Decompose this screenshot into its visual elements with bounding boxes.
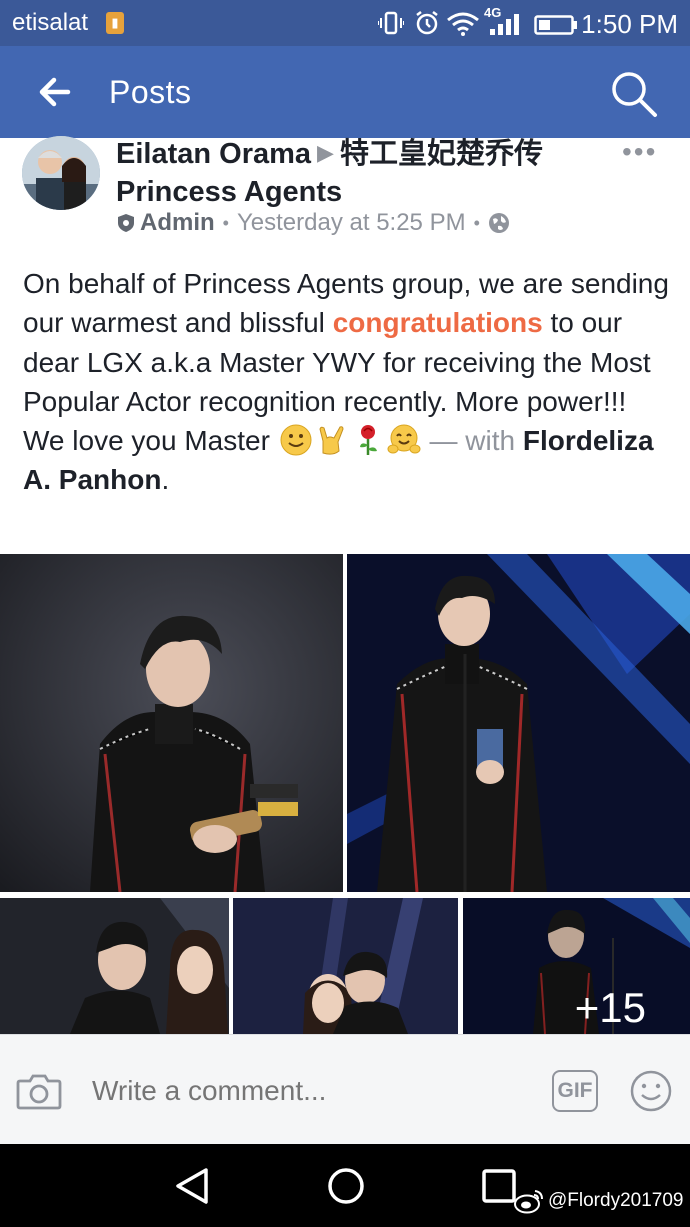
group-name[interactable]: Princess Agents bbox=[116, 176, 342, 208]
nav-home-icon[interactable] bbox=[326, 1166, 366, 1206]
clock: 1:50 PM bbox=[581, 9, 678, 39]
rose-emoji-icon bbox=[359, 425, 377, 456]
post-timestamp[interactable]: Yesterday at 5:25 PM bbox=[237, 209, 466, 237]
post-photo-5[interactable]: +15 bbox=[463, 898, 690, 1034]
globe-icon bbox=[488, 213, 509, 233]
triangle-right-icon: ▶ bbox=[317, 140, 334, 165]
post-photo-3[interactable] bbox=[0, 898, 229, 1034]
author-avatar[interactable] bbox=[22, 136, 100, 210]
post-photo-2[interactable] bbox=[347, 554, 690, 892]
post-author-line: Eilatan Orama ▶ 特工皇妃楚乔传 Princess Agents bbox=[116, 136, 596, 211]
comment-bar: GIF bbox=[0, 1034, 690, 1144]
end-punctuation: . bbox=[161, 464, 170, 496]
hugging-emoji-icon bbox=[387, 424, 421, 454]
post-body: On behalf of Princess Agents group, we a… bbox=[23, 264, 673, 500]
watermark-text: @Flordy201709 bbox=[548, 1190, 684, 1211]
wifi-icon bbox=[447, 12, 479, 36]
watermark: @Flordy201709 bbox=[514, 1188, 683, 1214]
separator-dot: • bbox=[473, 212, 480, 233]
smile-emoji-icon bbox=[280, 424, 312, 456]
group-name-cn[interactable]: 特工皇妃楚乔传 bbox=[340, 138, 543, 170]
nav-recent-apps-icon[interactable] bbox=[481, 1168, 517, 1204]
weibo-icon bbox=[514, 1190, 543, 1214]
nav-back-icon[interactable] bbox=[172, 1166, 212, 1206]
with-label: — with bbox=[421, 425, 523, 457]
sim-icon: ▮ bbox=[106, 12, 124, 34]
camera-icon[interactable] bbox=[16, 1071, 62, 1111]
comment-input[interactable] bbox=[92, 1075, 512, 1107]
rock-hand-emoji-icon bbox=[319, 426, 344, 455]
author-name[interactable]: Eilatan Orama bbox=[116, 138, 311, 170]
post-photo-1[interactable] bbox=[0, 554, 343, 892]
post-photo-4[interactable] bbox=[233, 898, 458, 1034]
page-title: Posts bbox=[109, 74, 192, 110]
emoji-button-icon[interactable] bbox=[629, 1069, 673, 1113]
alarm-icon bbox=[416, 11, 438, 35]
system-nav-bar bbox=[0, 1144, 690, 1227]
more-photos-count: +15 bbox=[574, 984, 646, 1031]
carrier-name: etisalat bbox=[12, 9, 89, 36]
signal-icon bbox=[490, 14, 519, 35]
vibrate-icon bbox=[378, 11, 404, 35]
gif-button[interactable]: GIF bbox=[552, 1070, 598, 1112]
search-icon[interactable] bbox=[608, 68, 660, 120]
admin-label: Admin bbox=[140, 209, 215, 236]
shield-gear-icon bbox=[118, 214, 134, 232]
post-meta: Admin • Yesterday at 5:25 PM • bbox=[116, 209, 510, 237]
arrow-left-icon[interactable] bbox=[34, 72, 74, 112]
battery-icon bbox=[534, 15, 577, 35]
more-options-icon[interactable]: ••• bbox=[622, 136, 657, 168]
status-bar: etisalat ▮ 4G 1:50 PM bbox=[0, 0, 690, 46]
app-bar: Posts bbox=[0, 46, 690, 138]
highlighted-word: congratulations bbox=[332, 307, 543, 339]
separator-dot: • bbox=[222, 212, 229, 233]
